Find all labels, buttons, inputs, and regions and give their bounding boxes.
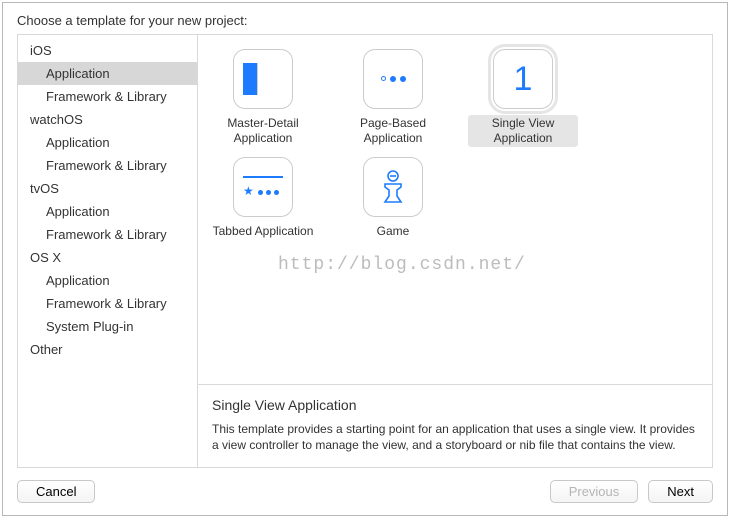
previous-button: Previous xyxy=(550,480,639,503)
template-single-view[interactable]: 1 Single View Application xyxy=(468,49,578,147)
template-label: Tabbed Application xyxy=(209,223,318,240)
watermark-text: http://blog.csdn.net/ xyxy=(278,255,526,275)
single-view-icon: 1 xyxy=(493,49,553,109)
detail-title: Single View Application xyxy=(212,397,698,413)
sidebar-item-osx-plugin[interactable]: System Plug-in xyxy=(18,315,197,338)
sidebar-item-watchos-application[interactable]: Application xyxy=(18,131,197,154)
detail-description: This template provides a starting point … xyxy=(212,421,698,453)
template-label: Page-Based Application xyxy=(338,115,448,147)
template-page-based[interactable]: Page-Based Application xyxy=(338,49,448,147)
template-main-area: Master-Detail Application Page-Based App… xyxy=(198,35,712,467)
sidebar-item-osx-application[interactable]: Application xyxy=(18,269,197,292)
template-label: Game xyxy=(373,223,414,240)
new-project-dialog: Choose a template for your new project: … xyxy=(2,2,728,516)
dialog-footer: Cancel Previous Next xyxy=(3,468,727,515)
sidebar-group-osx: OS X xyxy=(18,246,197,269)
dialog-body: iOS Application Framework & Library watc… xyxy=(17,34,713,468)
sidebar-group-watchos: watchOS xyxy=(18,108,197,131)
sidebar-group-ios: iOS xyxy=(18,39,197,62)
sidebar-group-other[interactable]: Other xyxy=(18,338,197,361)
sidebar-item-tvos-framework[interactable]: Framework & Library xyxy=(18,223,197,246)
template-game[interactable]: Game xyxy=(338,157,448,240)
template-tabbed[interactable]: ★ Tabbed Application xyxy=(208,157,318,240)
template-grid-area: Master-Detail Application Page-Based App… xyxy=(198,35,712,384)
template-master-detail[interactable]: Master-Detail Application xyxy=(208,49,318,147)
sidebar-item-osx-framework[interactable]: Framework & Library xyxy=(18,292,197,315)
game-icon xyxy=(363,157,423,217)
master-detail-icon xyxy=(233,49,293,109)
tabbed-icon: ★ xyxy=(233,157,293,217)
sidebar-item-tvos-application[interactable]: Application xyxy=(18,200,197,223)
template-label: Master-Detail Application xyxy=(208,115,318,147)
dialog-title: Choose a template for your new project: xyxy=(17,13,248,28)
template-category-sidebar: iOS Application Framework & Library watc… xyxy=(18,35,198,467)
sidebar-item-watchos-framework[interactable]: Framework & Library xyxy=(18,154,197,177)
cancel-button[interactable]: Cancel xyxy=(17,480,95,503)
template-grid: Master-Detail Application Page-Based App… xyxy=(208,49,702,240)
dialog-header: Choose a template for your new project: xyxy=(3,3,727,34)
sidebar-item-ios-application[interactable]: Application xyxy=(18,62,197,85)
next-button[interactable]: Next xyxy=(648,480,713,503)
template-detail-panel: Single View Application This template pr… xyxy=(198,384,712,467)
sidebar-item-ios-framework[interactable]: Framework & Library xyxy=(18,85,197,108)
sidebar-group-tvos: tvOS xyxy=(18,177,197,200)
template-label: Single View Application xyxy=(468,115,578,147)
page-based-icon xyxy=(363,49,423,109)
